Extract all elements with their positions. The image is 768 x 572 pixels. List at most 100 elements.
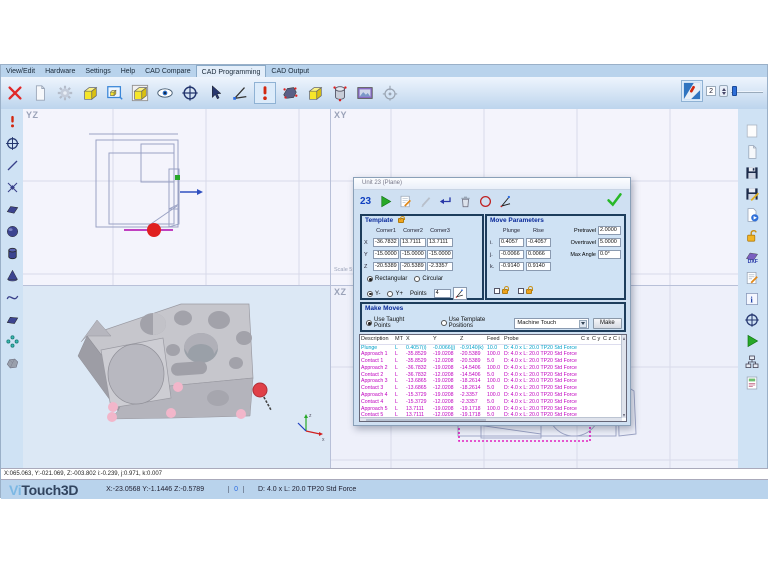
use-taught-points-radio[interactable]: [366, 320, 372, 326]
template-field-z-corner3[interactable]: -2.3357: [427, 262, 453, 271]
moves-table-header[interactable]: C y: [591, 335, 602, 344]
datum-crosshair-icon[interactable]: [179, 82, 201, 104]
point-cloud-part-icon[interactable]: [279, 82, 301, 104]
moves-table-header[interactable]: Z: [459, 335, 486, 344]
menu-view-edit[interactable]: View/Edit: [1, 65, 40, 77]
plunge-field-i[interactable]: 0.4057: [499, 238, 524, 247]
shaded-view-cube-icon[interactable]: [129, 82, 151, 104]
info-icon[interactable]: i: [743, 289, 762, 308]
touch-mode-select[interactable]: Machine Touch: [514, 318, 588, 329]
moves-table-header[interactable]: C z: [602, 335, 612, 344]
max-angle-field[interactable]: 0.0°: [598, 250, 621, 259]
line-feature-icon[interactable]: [3, 156, 22, 175]
moves-table-header[interactable]: Y: [432, 335, 459, 344]
delete-unit-icon[interactable]: [457, 193, 473, 209]
viewport-3d[interactable]: z x: [23, 286, 331, 468]
dialog-title[interactable]: Unit 23 (Plane): [354, 178, 630, 190]
image-capture-icon[interactable]: [354, 82, 376, 104]
moves-table[interactable]: DescriptionMTXYZFeedProbeC xC yC zC i Pl…: [359, 334, 627, 422]
visibility-eye-icon[interactable]: [154, 82, 176, 104]
accept-check-icon[interactable]: [606, 191, 623, 213]
table-row[interactable]: Contact 1L-35.8529-12.0208-20.53895.0D: …: [360, 358, 622, 365]
pretravel-field[interactable]: 2.0000: [598, 226, 621, 235]
table-row[interactable]: PlungeL0.4057(i)-0.0066(j)-0.9140(k)10.0…: [360, 344, 622, 351]
y-plus-radio[interactable]: [387, 291, 393, 297]
moves-table-header[interactable]: C x: [580, 335, 591, 344]
menu-settings[interactable]: Settings: [80, 65, 115, 77]
moves-table-header[interactable]: Feed: [486, 335, 503, 344]
pattern-points-icon[interactable]: [3, 332, 22, 351]
table-row[interactable]: Approach 5L13.7111-19.0208-19.1718100.0D…: [360, 406, 622, 413]
use-template-positions-radio[interactable]: [441, 320, 447, 326]
table-row[interactable]: Approach 4L-15.3729-19.0208-2.3357100.0D…: [360, 392, 622, 399]
select-cursor-icon[interactable]: [204, 82, 226, 104]
edit-notes-icon[interactable]: [743, 268, 762, 287]
unlock-icon[interactable]: [743, 226, 762, 245]
chevron-down-icon[interactable]: [579, 320, 587, 328]
table-row[interactable]: Contact 3L-13.6865-12.0208-18.26145.0D: …: [360, 385, 622, 392]
datum-crosshair-icon[interactable]: [3, 134, 22, 153]
plunge-field-j[interactable]: -0.0066: [499, 250, 524, 259]
settings-gear-icon[interactable]: [54, 82, 76, 104]
zoom-window-icon[interactable]: [104, 82, 126, 104]
view-zoom-slider[interactable]: [731, 85, 765, 97]
export-file-icon[interactable]: [743, 205, 762, 224]
cylinder-feature-icon[interactable]: [329, 82, 351, 104]
save-as-icon[interactable]: [743, 184, 762, 203]
vector-icon[interactable]: [497, 193, 513, 209]
rise-field-i[interactable]: -0.4057: [526, 238, 551, 247]
rise-lock-checkbox[interactable]: [518, 288, 524, 294]
return-move-icon[interactable]: [437, 193, 453, 209]
run-unit-icon[interactable]: [377, 193, 393, 209]
probe-position-stepper[interactable]: [719, 85, 728, 97]
menu-cad-output[interactable]: CAD Output: [266, 65, 314, 77]
y-minus-radio[interactable]: [367, 291, 373, 297]
template-field-z-corner2[interactable]: -20.5389: [400, 262, 426, 271]
table-row[interactable]: Contact 4L-15.3729-12.0208-2.33575.0D: 4…: [360, 399, 622, 406]
moves-table-header[interactable]: MT: [394, 335, 405, 344]
template-field-y-corner2[interactable]: -15.0000: [400, 250, 426, 259]
template-field-x-corner1[interactable]: -36.7832: [373, 238, 399, 247]
circular-radio[interactable]: [414, 276, 420, 282]
table-row[interactable]: Approach 1L-35.8529-19.0208-20.5389100.0…: [360, 351, 622, 358]
plunge-lock-checkbox[interactable]: [494, 288, 500, 294]
make-button[interactable]: Make: [593, 318, 622, 329]
datum-crosshair-icon[interactable]: [743, 310, 762, 329]
new-file-icon[interactable]: [743, 121, 762, 140]
point-feature-icon[interactable]: [3, 178, 22, 197]
cad-view-cube-icon[interactable]: [79, 82, 101, 104]
template-field-x-corner2[interactable]: 13.7111: [400, 238, 426, 247]
cylinder-solid-icon[interactable]: [3, 244, 22, 263]
menu-cad-programming[interactable]: CAD Programming: [196, 65, 267, 77]
dxf-export-icon[interactable]: DXF: [743, 247, 762, 266]
plunge-field-k[interactable]: -0.9140: [499, 262, 524, 271]
template-field-z-corner1[interactable]: -20.5389: [373, 262, 399, 271]
save-icon[interactable]: [743, 163, 762, 182]
plane-feature-icon[interactable]: [3, 200, 22, 219]
menu-hardware[interactable]: Hardware: [40, 65, 80, 77]
open-document-icon[interactable]: [29, 82, 51, 104]
overtravel-field[interactable]: 5.0000: [598, 238, 621, 247]
solid-cube-icon[interactable]: [304, 82, 326, 104]
solid-part-icon[interactable]: [3, 354, 22, 373]
menu-help[interactable]: Help: [116, 65, 140, 77]
rise-field-j[interactable]: 0.0066: [526, 250, 551, 259]
table-row[interactable]: Approach 2L-36.7832-19.0208-14.5406100.0…: [360, 365, 622, 372]
run-program-icon[interactable]: [743, 331, 762, 350]
measured-plane-icon[interactable]: [3, 310, 22, 329]
edit-disabled-icon[interactable]: [417, 193, 433, 209]
viewport-yz[interactable]: YZ: [23, 109, 331, 286]
probe-change-icon[interactable]: [681, 80, 703, 102]
moves-table-header[interactable]: Probe: [503, 335, 580, 344]
rise-field-k[interactable]: 0.9140: [526, 262, 551, 271]
template-field-y-corner3[interactable]: -15.0000: [427, 250, 453, 259]
vector-picker-button[interactable]: [453, 287, 467, 300]
moves-table-header[interactable]: X: [405, 335, 432, 344]
rotary-axis-icon[interactable]: [379, 82, 401, 104]
circle-feature-icon[interactable]: [477, 193, 493, 209]
table-row[interactable]: Approach 3L-13.6865-19.0208-18.2614100.0…: [360, 378, 622, 385]
report-icon[interactable]: [743, 373, 762, 392]
template-field-x-corner3[interactable]: 13.7111: [427, 238, 453, 247]
copy-file-icon[interactable]: [743, 142, 762, 161]
cone-feature-icon[interactable]: [3, 266, 22, 285]
